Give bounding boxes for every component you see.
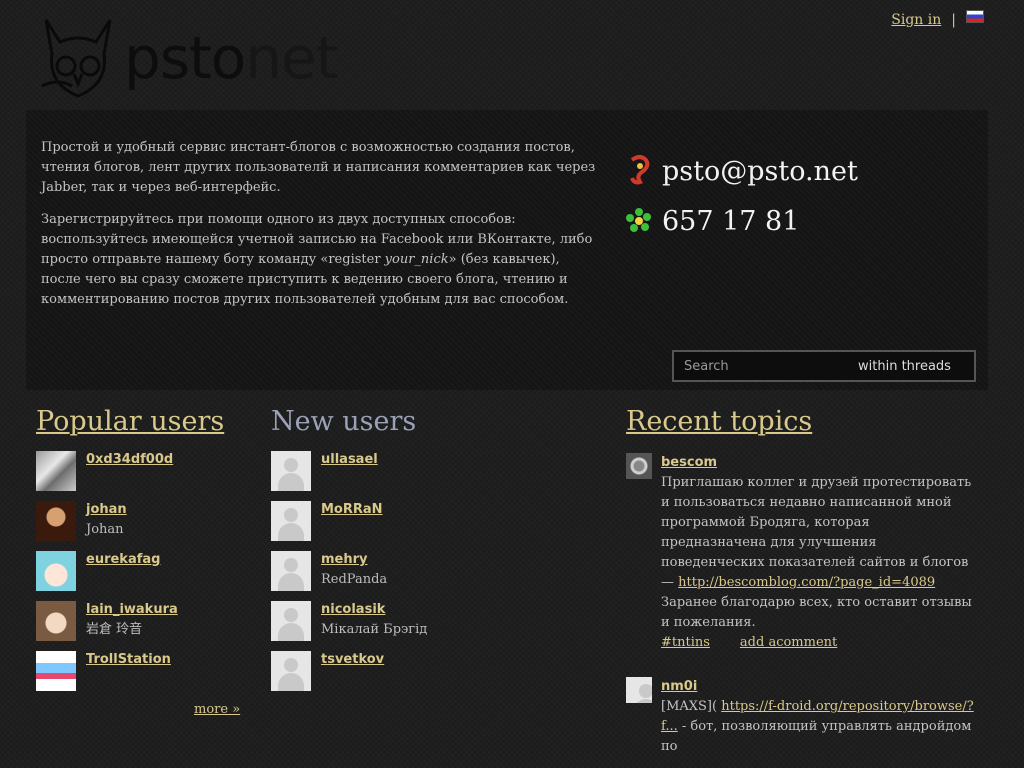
register-command-nick: your_nick [384,252,449,267]
user-nick-link[interactable]: MoRRaN [321,501,383,519]
topic-text-start: Приглашаю коллег и друзей протестировать… [661,475,972,590]
topic-link[interactable]: http://bescomblog.com/?page_id=4089 [678,575,935,590]
sign-in-link[interactable]: Sign in [891,12,941,28]
list-item: mehry RedPanda [271,551,511,601]
list-item: eurekafag [36,551,246,601]
new-users-heading: New users [271,406,417,437]
more-users-link[interactable]: more » [194,702,240,717]
topic-author-link[interactable]: nm0i [661,677,976,697]
owl-logo-icon [41,19,112,98]
avatar[interactable] [36,651,76,691]
avatar[interactable] [36,451,76,491]
topic-author-link[interactable]: bescom [661,453,976,473]
new-users-list: ullasael MoRRaN mehry RedPanda nicolasik М… [271,451,511,701]
list-item: nicolasik Мікалай Брэгід [271,601,511,651]
list-item: lain_iwakura 岩倉 玲音 [36,601,246,651]
add-comment-link[interactable]: add acomment [740,633,837,653]
avatar[interactable] [271,601,311,641]
intro-text: Простой и удобный сервис инстант-блогов … [41,138,601,322]
jabber-address[interactable]: psto@psto.net [662,156,858,187]
user-nick-link[interactable]: TrollStation [86,651,171,669]
avatar[interactable] [271,501,311,541]
icq-flower-icon [626,205,652,237]
topic-body: nm0i [MAXS]( https://f-droid.org/reposit… [661,677,976,757]
new-users-section: New users ullasael MoRRaN mehry RedPanda … [271,406,511,701]
user-display-name: 岩倉 玲音 [86,622,143,637]
avatar[interactable] [36,601,76,641]
intro-panel: Простой и удобный сервис инстант-блогов … [26,110,988,390]
avatar[interactable] [626,453,652,479]
contacts: psto@psto.net 657 17 81 [626,146,858,246]
topic-body: bescom Приглашаю коллег и друзей протест… [661,453,976,653]
list-item: MoRRaN [271,501,511,551]
avatar[interactable] [271,451,311,491]
user-nick-link[interactable]: ullasael [321,451,378,469]
topic-text: Приглашаю коллег и друзей протестировать… [661,473,976,593]
search-input[interactable] [682,357,846,375]
topic-text: [MAXS]( https://f-droid.org/repository/b… [661,697,976,757]
avatar[interactable] [271,651,311,691]
topic-item: nm0i [MAXS]( https://f-droid.org/reposit… [626,677,976,757]
topic-text-end: Заранее благодарю всех, кто оставит отзы… [661,595,972,630]
recent-topics-heading[interactable]: Recent topics [626,406,976,437]
user-nick-link[interactable]: mehry [321,551,387,569]
list-item: ullasael [271,451,511,501]
avatar[interactable] [626,677,652,703]
nav-separator: | [951,12,956,28]
user-display-name: RedPanda [321,572,388,587]
icq-contact: 657 17 81 [626,196,858,246]
topic-text-start: [MAXS]( [661,699,722,714]
popular-users-list: 0xd34df00d johan Johan eurekafag lain_iwa… [36,451,246,701]
jabber-contact: psto@psto.net [626,146,858,196]
avatar[interactable] [36,501,76,541]
topic-text-end: - бот, позволяющий управлять андройдом п… [661,719,972,754]
avatar[interactable] [36,551,76,591]
psto-logo[interactable]: pstonet [38,14,338,100]
user-display-name: Мікалай Брэгід [321,622,428,637]
user-nick-link[interactable]: lain_iwakura [86,601,178,619]
user-nick-link[interactable]: eurekafag [86,551,160,569]
topic-footer: #tntins add acomment [661,633,976,653]
topic-item: bescom Приглашаю коллег и друзей протест… [626,453,976,653]
search-box: within threads [672,350,976,382]
ru-flag-icon[interactable] [966,9,984,23]
search-scope-select[interactable]: within threads [858,359,951,374]
user-nick-link[interactable]: tsvetkov [321,651,384,669]
recent-topics-section: Recent topics bescom Приглашаю коллег и … [626,406,976,757]
jabber-icon [626,155,652,187]
avatar[interactable] [271,551,311,591]
list-item: TrollStation [36,651,246,701]
user-display-name: Johan [86,522,124,537]
topic-tag[interactable]: #tntins [661,633,710,653]
user-nick-link[interactable]: johan [86,501,127,519]
list-item: tsvetkov [271,651,511,701]
list-item: johan Johan [36,501,246,551]
top-navigation: Sign in | [891,9,984,28]
logo-text-net: net [245,24,338,92]
logo-text-psto: psto [124,24,246,92]
user-nick-link[interactable]: 0xd34df00d [86,451,173,469]
list-item: 0xd34df00d [36,451,246,501]
icq-number[interactable]: 657 17 81 [662,206,799,237]
popular-users-heading[interactable]: Popular users [36,406,246,437]
intro-paragraph-1: Простой и удобный сервис инстант-блогов … [41,140,596,195]
logo-text: pstonet [124,28,338,88]
popular-users-section: Popular users 0xd34df00d johan Johan eure… [36,406,246,701]
user-nick-link[interactable]: nicolasik [321,601,427,619]
intro-paragraph-2: Зарегистрируйтесь при помощи одного из д… [41,210,601,310]
